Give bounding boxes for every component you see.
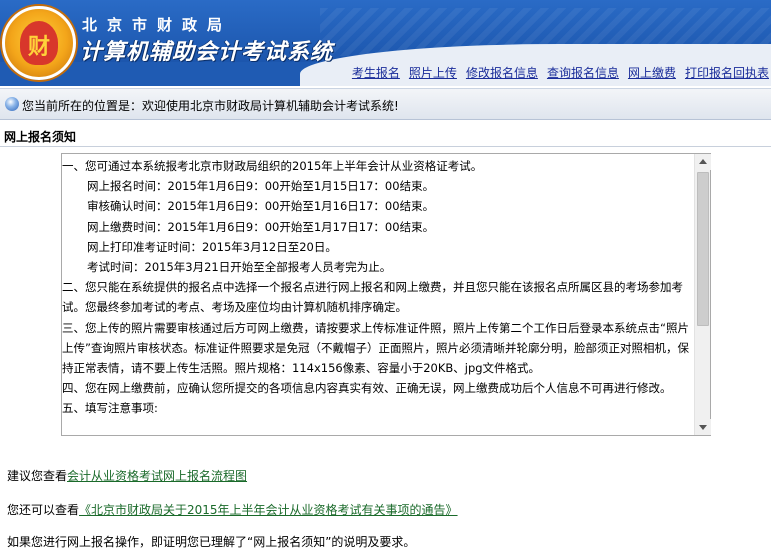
confirmation-text: 如果您进行网上报名操作，即证明您已理解了“网上报名须知”的说明及要求。 [7,535,416,549]
notice-line: 考试时间：2015年3月21日开始至全部报考人员考完为止。 [87,260,392,275]
nav-online-payment[interactable]: 网上缴费 [628,64,676,84]
notice-line: 四、您在网上缴费前，应确认您所提交的各项信息内容真实有效、正确无误，网上缴费成功… [62,381,672,396]
flowchart-link[interactable]: 会计从业资格考试网上报名流程图 [67,469,247,483]
notice-line: 网上缴费时间：2015年1月6日9：00开始至1月17日17：00结束。 [87,219,435,234]
notice-line: 网上打印准考证时间：2015年3月12日至20日。 [87,239,337,254]
arrow-down-icon [699,425,707,430]
notice-line: 五、填写注意事项: [62,401,158,416]
site-header: 财 北京市财政局 计算机辅助会计考试系统 考生报名 照片上传 修改报名信息 查询… [0,0,771,86]
flowchart-prefix: 建议您查看 [7,469,68,483]
nav-query-info[interactable]: 查询报名信息 [547,64,619,84]
announcement-prefix: 您还可以查看 [7,503,80,517]
logo-glyph: 财 [27,34,50,60]
notice-content: 一、您可通过本系统报考北京市财政局组织的2015年上半年会计从业资格证考试。 网… [62,154,695,435]
logo-emblem: 财 [20,21,58,65]
nav-photo-upload[interactable]: 照片上传 [409,64,457,84]
page-title: 网上报名须知 [0,127,771,147]
flowchart-line: 建议您查看会计从业资格考试网上报名流程图 [7,467,247,484]
main-nav: 考生报名 照片上传 修改报名信息 查询报名信息 网上缴费 打印报名回执表 [352,64,771,84]
arrow-up-icon [699,159,707,164]
nav-print-receipt[interactable]: 打印报名回执表 [685,64,769,84]
notice-textarea[interactable]: 一、您可通过本系统报考北京市财政局组织的2015年上半年会计从业资格证考试。 网… [61,153,711,436]
notice-line: 三、您上传的照片需要审核通过后方可网上缴费，请按要求上传标准证件照，照片上传第二… [62,320,689,376]
nav-edit-info[interactable]: 修改报名信息 [466,64,538,84]
finance-bureau-logo: 财 [2,6,76,80]
org-name: 北京市财政局 [82,16,233,34]
scroll-up-button[interactable] [695,154,711,170]
nav-register[interactable]: 考生报名 [352,64,400,84]
system-name: 计算机辅助会计考试系统 [80,40,334,65]
notice-scrollbar[interactable] [694,154,711,435]
globe-icon [5,97,19,111]
location-text: 您当前所在的位置是：欢迎使用北京市财政局计算机辅助会计考试系统! [22,99,399,113]
announcement-line: 您还可以查看《北京市财政局关于2015年上半年会计从业资格考试有关事项的通告》 [7,501,458,518]
location-bar: 您当前所在的位置是：欢迎使用北京市财政局计算机辅助会计考试系统! [0,88,771,120]
notice-line: 审核确认时间：2015年1月6日9：00开始至1月16日17：00结束。 [87,199,435,214]
notice-line: 一、您可通过本系统报考北京市财政局组织的2015年上半年会计从业资格证考试。 [62,159,483,173]
announcement-link[interactable]: 《北京市财政局关于2015年上半年会计从业资格考试有关事项的通告》 [79,503,458,517]
notice-line: 网上报名时间：2015年1月6日9：00开始至1月15日17：00结束。 [87,179,435,194]
notice-line: 二、您只能在系统提供的报名点中选择一个报名点进行网上报名和网上缴费，并且您只能在… [62,280,683,315]
scroll-thumb[interactable] [697,172,709,326]
scroll-down-button[interactable] [695,419,711,435]
